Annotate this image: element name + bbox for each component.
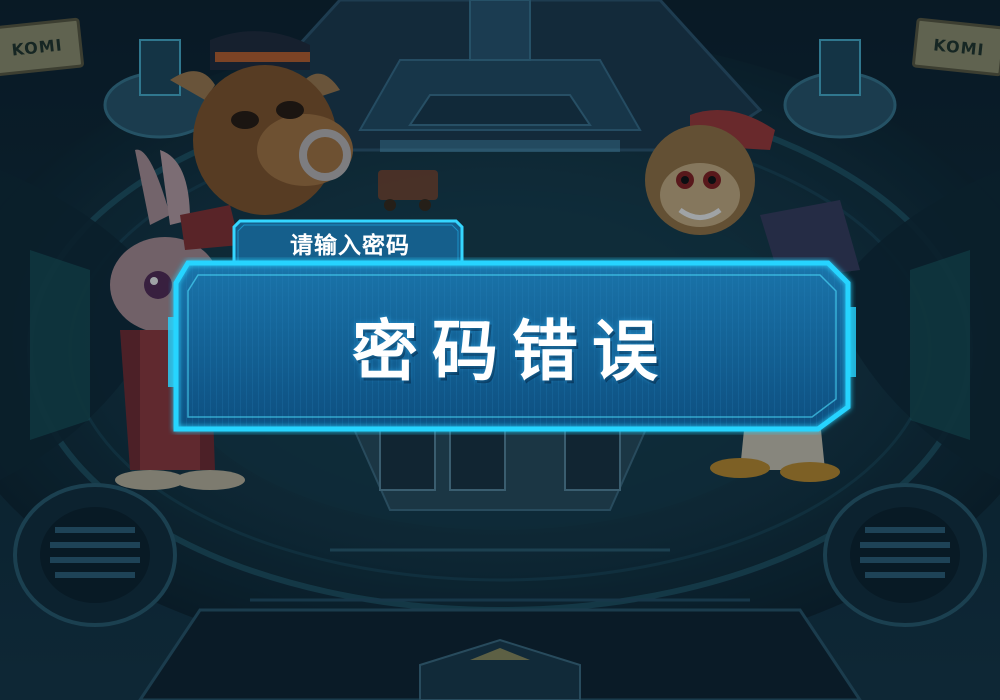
password-error-dialog: 密码错误 bbox=[168, 257, 856, 435]
komi-sign-right: KOMI bbox=[911, 17, 1000, 77]
komi-sign-left: KOMI bbox=[0, 17, 85, 77]
game-scene: KOMI KOMI 请输入密码 密码错误 bbox=[0, 0, 1000, 700]
error-message: 密码错误 bbox=[352, 313, 672, 390]
